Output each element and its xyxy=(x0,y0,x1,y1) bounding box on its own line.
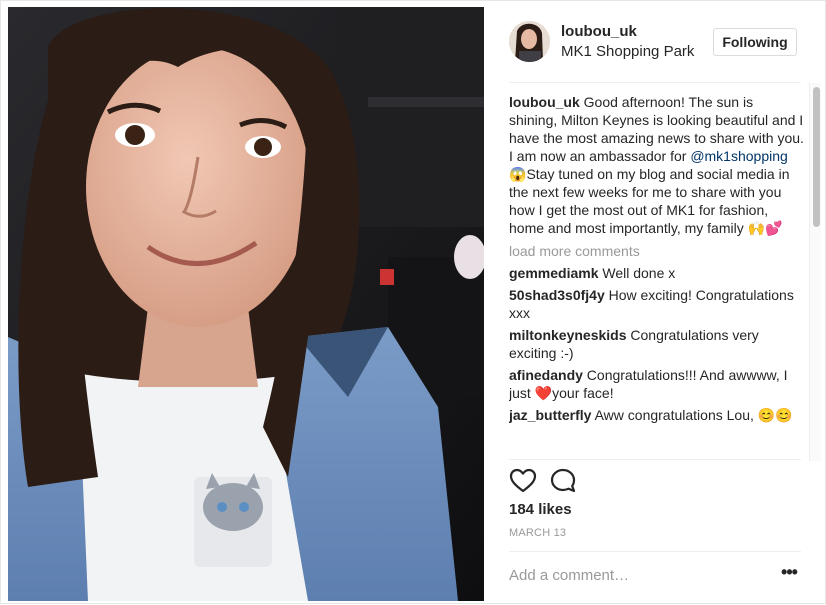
comment-text-continued: your face! xyxy=(552,385,614,401)
post-username[interactable]: loubou_uk xyxy=(561,23,637,40)
mention-link[interactable]: @mk1shopping xyxy=(690,148,788,164)
scrollbar-thumb[interactable] xyxy=(813,87,820,227)
load-more-comments-link[interactable]: load more comments xyxy=(509,242,805,260)
likes-count[interactable]: 184 likes xyxy=(509,501,572,518)
raised-hands-heart-emoji: 🙌💕 xyxy=(747,220,783,236)
following-button[interactable]: Following xyxy=(713,28,797,56)
comment-username[interactable]: miltonkeyneskids xyxy=(509,327,627,343)
screaming-face-emoji: 😱 xyxy=(509,166,527,182)
comments-list[interactable]: loubou_uk Good afternoon! The sun is shi… xyxy=(509,93,805,457)
post-location[interactable]: MK1 Shopping Park xyxy=(561,43,694,60)
smiling-face-emoji: 😊😊 xyxy=(757,407,793,423)
speech-bubble-icon xyxy=(550,468,576,493)
add-comment-input[interactable] xyxy=(509,564,759,586)
comment-username[interactable]: jaz_butterfly xyxy=(509,407,591,423)
comment-text: Aww congratulations Lou, xyxy=(591,407,758,423)
comment-item: afinedandy Congratulations!!! And awwww,… xyxy=(509,366,805,402)
avatar-image xyxy=(509,21,550,62)
post-photo[interactable] xyxy=(8,7,484,601)
selfie-image xyxy=(8,7,484,601)
like-button[interactable] xyxy=(509,467,537,495)
post-header: loubou_uk MK1 Shopping Park Following xyxy=(485,1,826,83)
comment-username[interactable]: 50shad3s0fj4y xyxy=(509,287,605,303)
comments-scrollbar[interactable] xyxy=(809,83,821,461)
post-sidebar: loubou_uk MK1 Shopping Park Following lo… xyxy=(485,1,826,605)
comment-item: jaz_butterfly Aww congratulations Lou, 😊… xyxy=(509,406,805,424)
post-date[interactable]: MARCH 13 xyxy=(509,527,566,539)
ellipsis-icon[interactable]: ••• xyxy=(777,563,801,586)
header-divider xyxy=(509,82,801,83)
action-bar xyxy=(509,467,629,495)
comment-item: 50shad3s0fj4y How exciting! Congratulati… xyxy=(509,286,805,322)
red-heart-emoji: ❤️ xyxy=(534,385,553,401)
add-comment-bar: ••• xyxy=(509,551,801,595)
comment-username[interactable]: afinedandy xyxy=(509,367,583,383)
heart-outline-icon xyxy=(509,468,537,493)
instagram-post: loubou_uk MK1 Shopping Park Following lo… xyxy=(0,0,826,604)
comments-divider xyxy=(509,459,801,460)
comment-item: miltonkeyneskids Congratulations very ex… xyxy=(509,326,805,362)
caption: loubou_uk Good afternoon! The sun is shi… xyxy=(509,93,805,237)
comment-item: gemmediamk Well done x xyxy=(509,264,805,282)
comment-username[interactable]: gemmediamk xyxy=(509,265,598,281)
comment-text: Well done x xyxy=(598,265,676,281)
caption-username[interactable]: loubou_uk xyxy=(509,94,580,110)
comment-button[interactable] xyxy=(549,467,577,495)
avatar[interactable] xyxy=(509,21,550,62)
